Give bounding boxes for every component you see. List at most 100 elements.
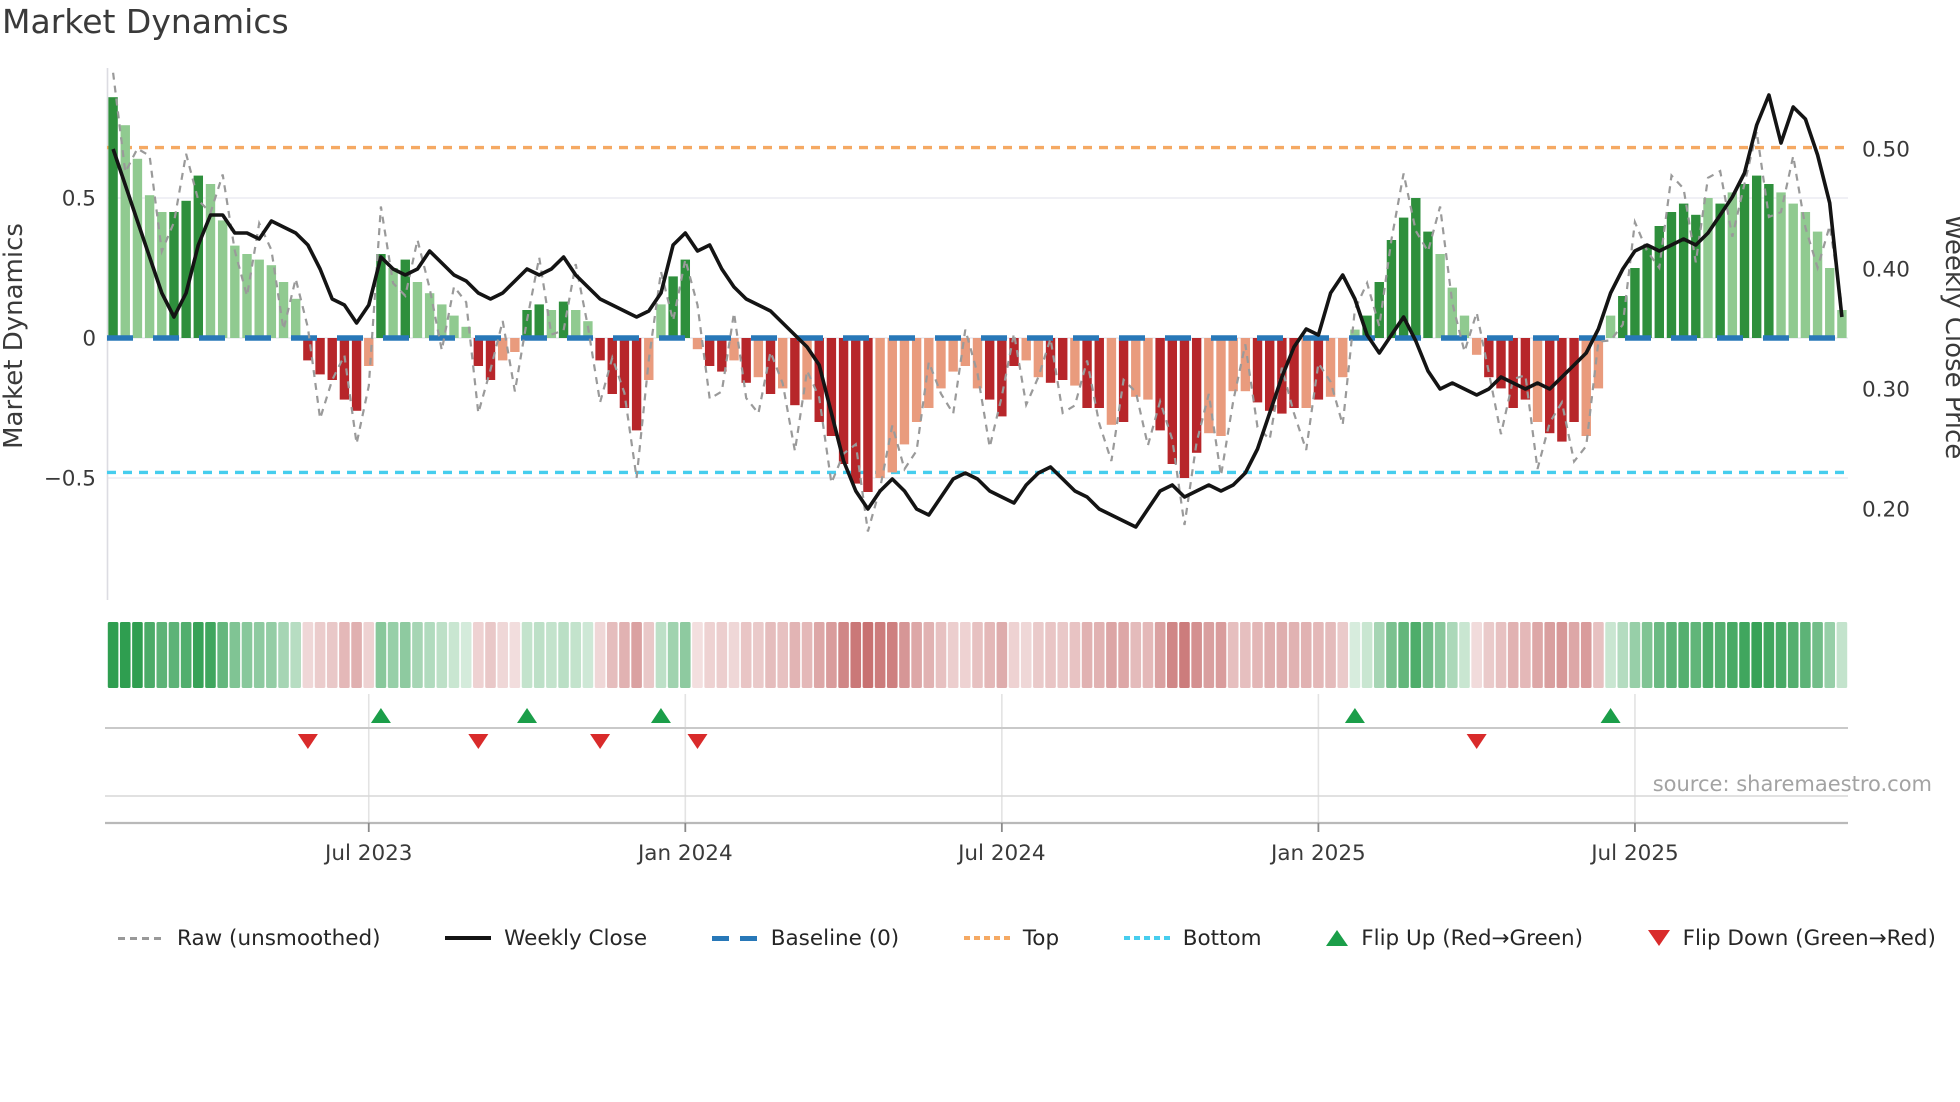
- indicator-bar: [1325, 338, 1336, 397]
- legend-item-bottom: Bottom: [1123, 926, 1262, 951]
- heatmap-cell: [996, 622, 1008, 688]
- heatmap-cell: [1288, 622, 1300, 688]
- heatmap-cell: [1386, 622, 1397, 688]
- heatmap-cell: [253, 622, 265, 688]
- indicator-bar: [1751, 175, 1762, 338]
- heatmap-cell: [473, 622, 484, 688]
- heatmap-cell: [375, 622, 387, 688]
- indicator-bar: [1471, 338, 1482, 355]
- indicator-bar: [1094, 338, 1104, 408]
- heatmap-cell: [278, 622, 289, 688]
- heatmap-cell: [1593, 622, 1604, 688]
- indicator-bar: [1703, 198, 1713, 338]
- indicator-bar: [230, 245, 240, 338]
- indicator-bar: [1338, 338, 1348, 378]
- indicator-bar: [1642, 245, 1652, 338]
- heatmap-cell: [1179, 622, 1190, 688]
- heatmap-cell: [1008, 622, 1020, 688]
- heatmap-cell: [1617, 622, 1629, 688]
- heatmap-cell: [1130, 622, 1142, 688]
- indicator-bar: [887, 338, 897, 473]
- heatmap-cell: [862, 622, 874, 688]
- heatmap-cell: [1227, 622, 1239, 688]
- indicator-bar: [120, 125, 130, 338]
- heatmap-cell: [1483, 622, 1495, 688]
- heatmap-cell: [1118, 622, 1129, 688]
- indicator-bar: [497, 338, 508, 361]
- flip-up-marker: [517, 708, 538, 723]
- heatmap-cell: [789, 622, 801, 688]
- indicator-bar: [1252, 338, 1263, 403]
- heatmap-cell: [1276, 622, 1288, 688]
- heatmap-cell: [339, 622, 350, 688]
- heatmap-cell: [351, 622, 362, 688]
- heatmap-cell: [777, 622, 789, 688]
- heatmap-cell: [1763, 622, 1775, 688]
- indicator-bar: [619, 338, 630, 408]
- heatmap-cell: [205, 622, 216, 688]
- legend-item-baseline: Baseline (0): [711, 926, 899, 951]
- heatmap-cell: [497, 622, 508, 688]
- heatmap-cell: [1410, 622, 1422, 688]
- heatmap-cell: [241, 622, 253, 688]
- legend-marker-tri-down-icon: [1647, 930, 1670, 946]
- indicator-bar: [1106, 338, 1117, 425]
- heatmap-cell: [1714, 622, 1726, 688]
- heatmap-cell: [1812, 622, 1823, 688]
- heatmap-cell: [1069, 622, 1081, 688]
- heatmap-cell: [704, 622, 715, 688]
- heatmap-cell: [570, 622, 582, 688]
- indicator-bar: [1812, 231, 1823, 338]
- heatmap-cell: [972, 622, 983, 688]
- indicator-bar: [510, 338, 520, 352]
- indicator-bar: [169, 212, 179, 338]
- indicator-bar: [704, 338, 715, 366]
- heatmap-cell: [399, 622, 411, 688]
- heatmap-cell: [485, 622, 496, 688]
- flip-down-marker: [1466, 734, 1487, 749]
- indicator-bar: [1630, 268, 1640, 338]
- heatmap-cell: [1191, 622, 1202, 688]
- indicator-bar: [1739, 184, 1750, 338]
- heatmap-cell: [558, 622, 569, 688]
- indicator-bar: [534, 304, 544, 338]
- heatmap-cell: [728, 622, 740, 688]
- flip-down-marker: [297, 734, 318, 749]
- indicator-bar: [936, 338, 946, 389]
- indicator-bar: [668, 276, 678, 338]
- source-note: source: sharemaestro.com: [1653, 772, 1932, 796]
- indicator-bar: [157, 212, 167, 338]
- flip-down-marker: [468, 734, 489, 749]
- indicator-bar: [217, 220, 228, 338]
- heatmap-cell: [1520, 622, 1531, 688]
- legend-marker-dot-cyan-icon: [1123, 936, 1170, 940]
- indicator-bar: [1191, 338, 1202, 453]
- heatmap-cell: [1154, 622, 1166, 688]
- heatmap-cell: [1532, 622, 1543, 688]
- heatmap-cell: [874, 622, 886, 688]
- heatmap-cell: [302, 622, 314, 688]
- heatmap-cell: [923, 622, 935, 688]
- heatmap-cell: [692, 622, 703, 688]
- heatmap-cell: [119, 622, 131, 688]
- heatmap-cell: [448, 622, 460, 688]
- indicator-bar: [1033, 338, 1044, 378]
- heatmap-cell: [1727, 622, 1738, 688]
- heatmap-cell: [168, 622, 180, 688]
- heatmap-cell: [1325, 622, 1336, 688]
- indicator-bar: [984, 338, 995, 400]
- indicator-bar: [899, 338, 910, 445]
- indicator-bar: [449, 315, 459, 338]
- indicator-bar: [266, 265, 277, 338]
- heatmap-cell: [1556, 622, 1568, 688]
- heatmap-cell: [1690, 622, 1702, 688]
- indicator-bar: [351, 338, 362, 411]
- left-tick-label: −0.5: [44, 467, 96, 492]
- legend-label: Top: [1022, 925, 1060, 951]
- indicator-bar: [571, 310, 581, 338]
- x-tick-label: Jan 2024: [636, 841, 733, 866]
- x-tick-label: Jan 2025: [1269, 841, 1366, 866]
- x-tick-label: Jul 2024: [956, 841, 1046, 866]
- heatmap-cell: [655, 622, 667, 688]
- heatmap-cell: [460, 622, 472, 688]
